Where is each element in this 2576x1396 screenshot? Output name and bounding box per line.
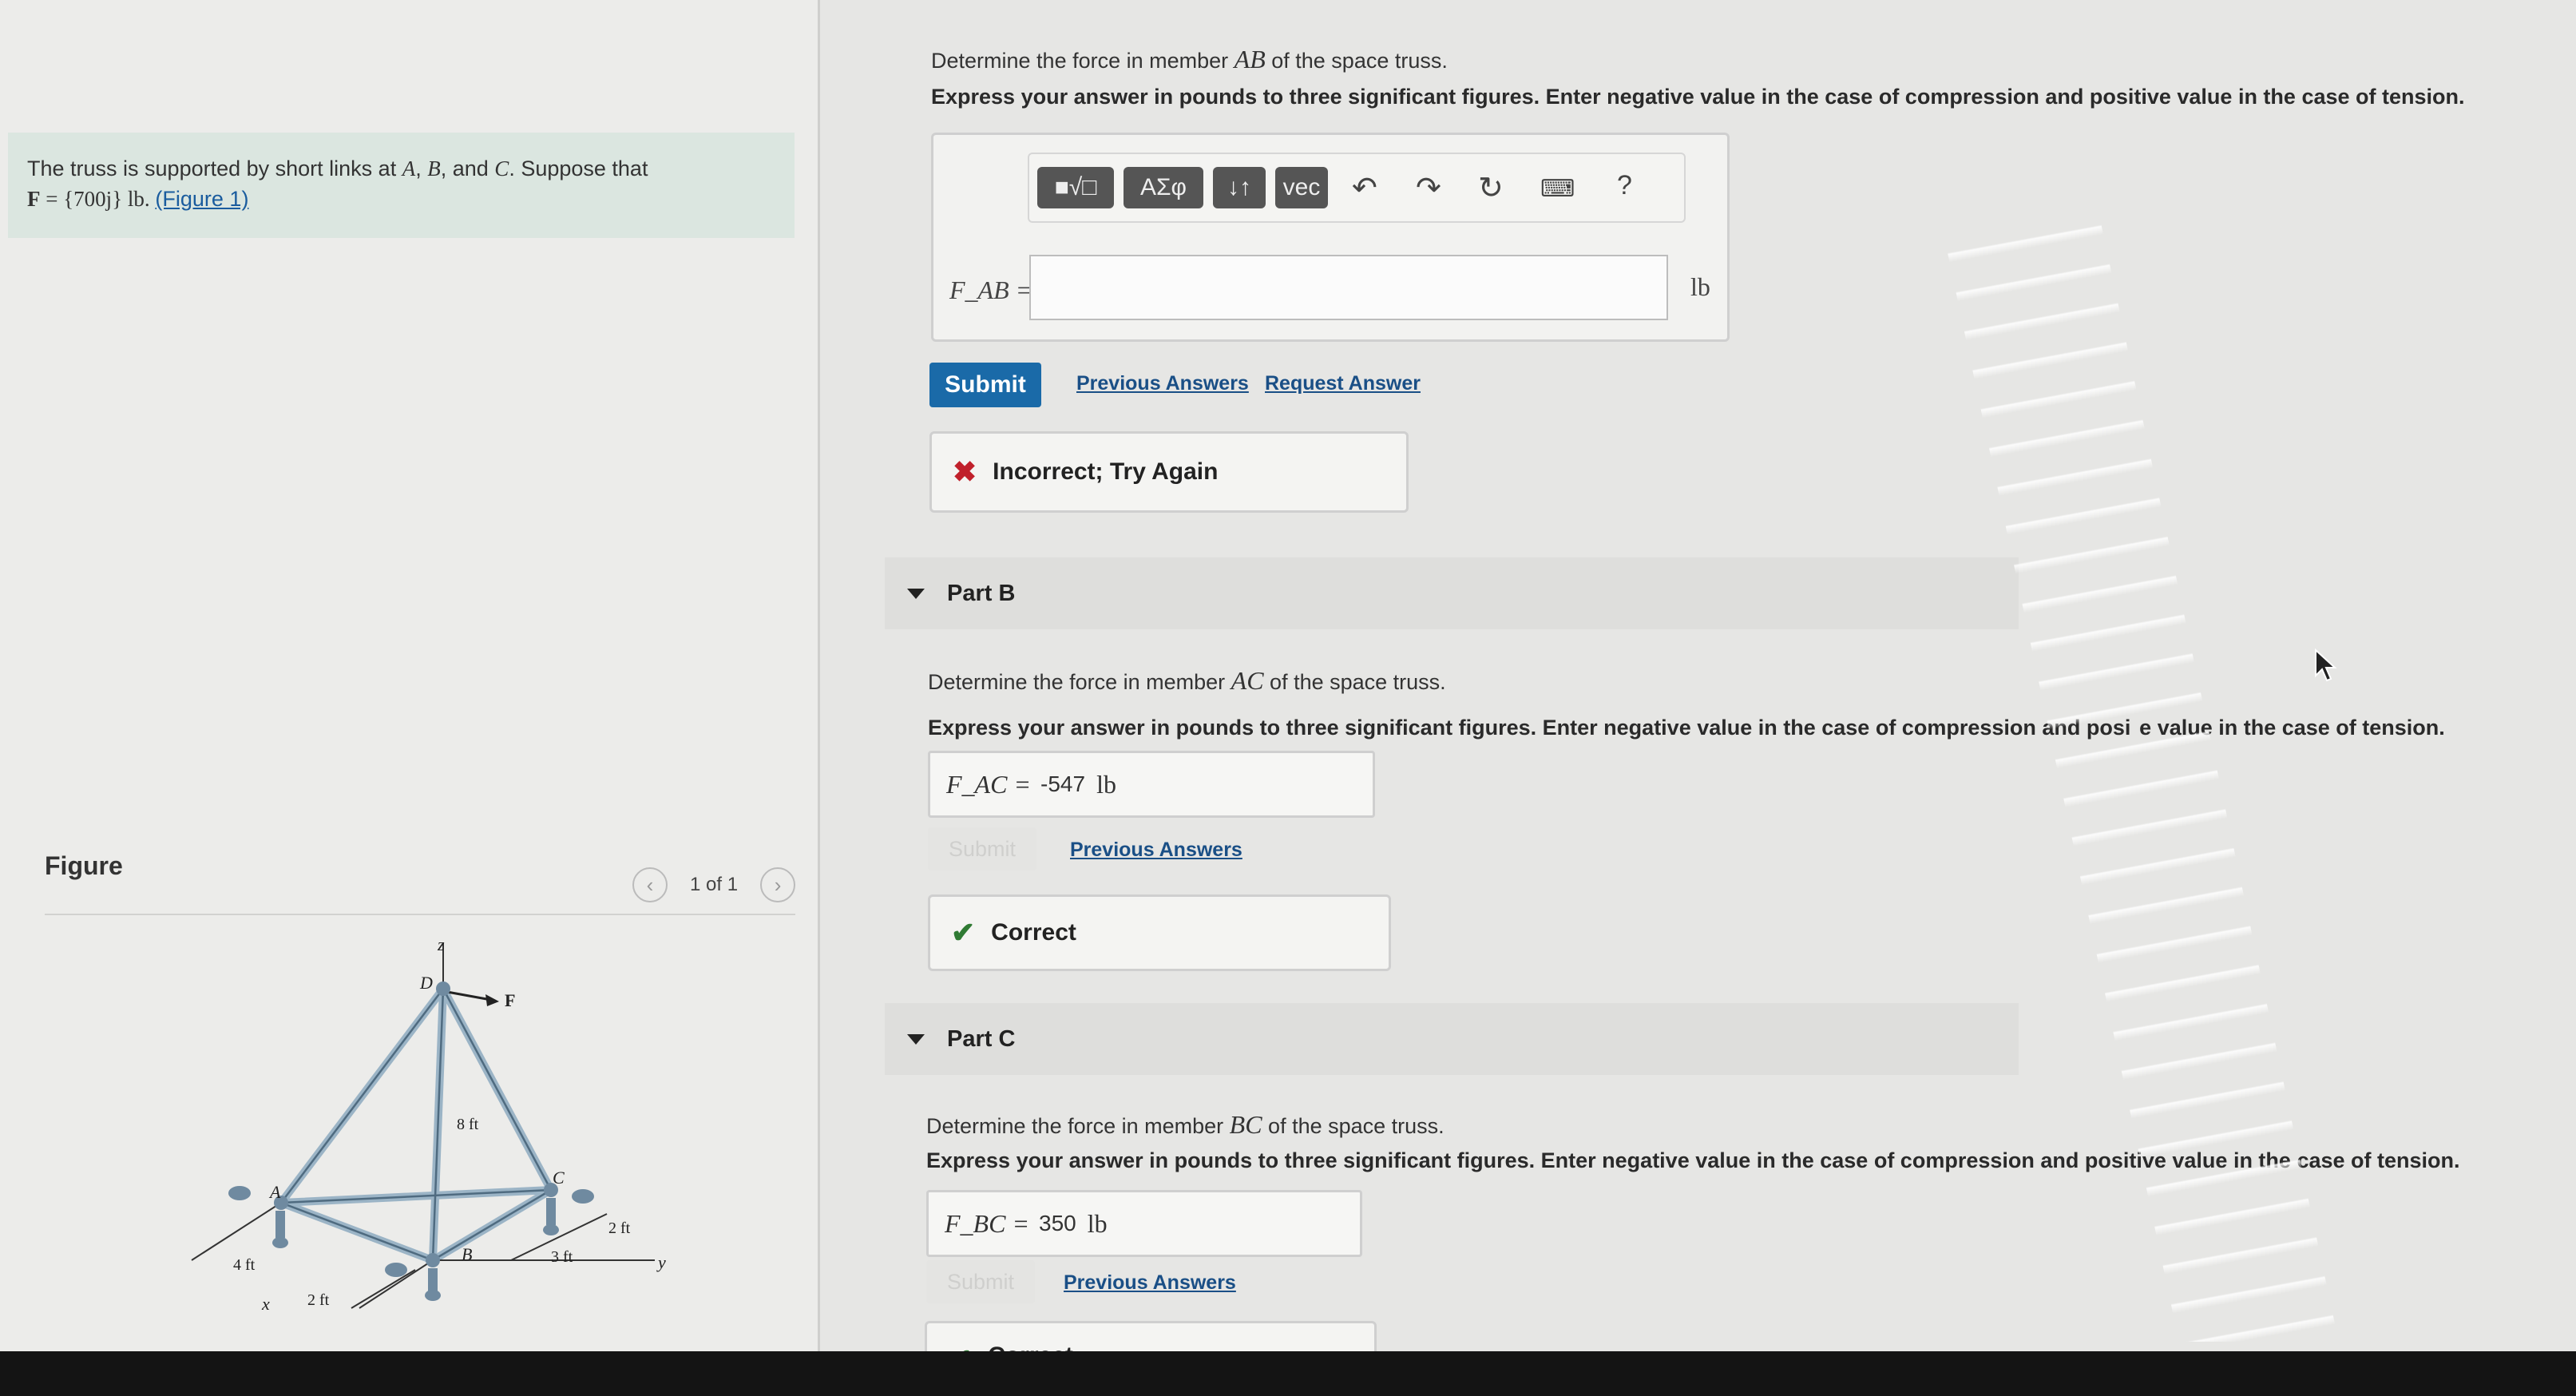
- part-a-prompt-post: of the space truss.: [1265, 49, 1448, 73]
- fac-label: F_AC =: [946, 769, 1032, 799]
- next-figure-button[interactable]: ›: [760, 867, 796, 902]
- dim-2ft-b: 2 ft: [608, 1220, 631, 1237]
- part-b-submit-button[interactable]: Submit: [928, 827, 1036, 871]
- part-b-prompt-post: of the space truss.: [1263, 670, 1446, 694]
- part-b-member: AC: [1231, 666, 1264, 695]
- subscript-button[interactable]: ↓↑: [1213, 167, 1266, 208]
- templates-button[interactable]: ■√□: [1037, 167, 1114, 208]
- force-equation: = {700j} lb.: [40, 187, 156, 211]
- part-b-instructions: Express your answer in pounds to three s…: [928, 716, 2445, 740]
- part-c-prompt-post: of the space truss.: [1262, 1114, 1445, 1138]
- vector-button[interactable]: vec: [1275, 167, 1328, 208]
- chevron-left-icon: ‹: [646, 872, 654, 897]
- check-icon: ✔: [951, 916, 976, 949]
- bottom-edge: [0, 1351, 2576, 1396]
- chevron-right-icon: ›: [774, 872, 782, 897]
- part-a-feedback-text: Incorrect; Try Again: [993, 458, 1219, 485]
- space-truss-figure: z D F A B C x y 8 ft 4 ft 2 ft 2 ft 3 ft: [191, 934, 666, 1314]
- templates-icon: ■√□: [1054, 174, 1097, 200]
- part-a-prompt-pre: Determine the force in member: [931, 49, 1234, 73]
- part-c-answer: F_BC = 350 lb: [926, 1190, 1362, 1257]
- fab-unit: lb: [1690, 272, 1710, 301]
- part-a-prompt: Determine the force in member AB of the …: [931, 45, 1448, 74]
- label-c: C: [553, 1168, 565, 1188]
- figure-title: Figure: [45, 851, 123, 880]
- part-b-prompt-pre: Determine the force in member: [928, 670, 1231, 694]
- caret-down-icon: [907, 1033, 925, 1045]
- problem-panel: The truss is supported by short links at…: [0, 0, 818, 1351]
- truss-members: [277, 985, 555, 1264]
- label-z: z: [437, 934, 445, 954]
- reset-icon[interactable]: ↻: [1478, 170, 1504, 206]
- greek-icon: ΑΣφ: [1139, 174, 1187, 200]
- greek-symbols-button[interactable]: ΑΣφ: [1124, 167, 1203, 208]
- fbc-value: 350: [1039, 1211, 1076, 1235]
- force-symbol: F: [27, 187, 41, 211]
- label-y: y: [656, 1252, 666, 1272]
- part-a-answer-frame: ■√□ ΑΣφ ↓↑ vec ↶ ↷ ↻ ⌨ ? F_AB = lb: [931, 133, 1730, 342]
- part-b-previous-answers-link[interactable]: Previous Answers: [1070, 839, 1242, 862]
- column-divider: [818, 0, 820, 1396]
- answer-panel: Determine the force in member AB of the …: [821, 0, 2576, 1393]
- part-a-previous-answers-link[interactable]: Previous Answers: [1076, 372, 1249, 395]
- x-icon: ✖: [953, 455, 977, 488]
- fac-value: -547: [1040, 771, 1086, 796]
- figure-divider: [45, 914, 795, 915]
- figure-pager: ‹ 1 of 1 ›: [632, 866, 796, 904]
- dim-2ft-a: 2 ft: [307, 1291, 330, 1309]
- caret-down-icon: [907, 588, 925, 599]
- part-c-prompt-pre: Determine the force in member: [926, 1114, 1230, 1138]
- fab-input[interactable]: [1029, 255, 1668, 320]
- intro-text-1: The truss is supported by short links at: [27, 157, 402, 180]
- part-c-prompt: Determine the force in member BC of the …: [926, 1110, 1445, 1140]
- part-c-member: BC: [1229, 1110, 1262, 1139]
- part-c-title: Part C: [947, 1025, 1016, 1052]
- fbc-label: F_BC =: [945, 1208, 1030, 1238]
- intro-sep-2: , and: [440, 157, 495, 180]
- part-a-feedback: ✖ Incorrect; Try Again: [929, 431, 1409, 513]
- part-c-header[interactable]: Part C: [885, 1003, 2019, 1075]
- intro-sep-1: ,: [415, 157, 428, 180]
- mouse-cursor-icon: [2315, 648, 2337, 682]
- part-b-feedback-text: Correct: [991, 919, 1076, 946]
- request-answer-link[interactable]: Request Answer: [1265, 372, 1421, 395]
- label-f: F: [505, 990, 515, 1010]
- fab-label: F_AB =: [949, 276, 1033, 304]
- part-b-prompt: Determine the force in member AC of the …: [928, 666, 1446, 696]
- intro-text-2: . Suppose that: [509, 157, 648, 180]
- dim-4ft: 4 ft: [233, 1256, 256, 1274]
- part-a-member: AB: [1234, 45, 1266, 73]
- part-a-instructions: Express your answer in pounds to three s…: [931, 85, 2465, 109]
- part-c-previous-answers-link[interactable]: Previous Answers: [1064, 1271, 1236, 1295]
- vec-icon: vec: [1282, 174, 1321, 200]
- prev-figure-button[interactable]: ‹: [632, 867, 668, 902]
- keyboard-icon[interactable]: ⌨: [1540, 175, 1575, 203]
- figure-link[interactable]: (Figure 1): [155, 187, 248, 211]
- label-x: x: [261, 1294, 270, 1314]
- math-toolbar: ■√□ ΑΣφ ↓↑ vec ↶ ↷ ↻ ⌨ ?: [1028, 153, 1686, 223]
- part-a-submit-button[interactable]: Submit: [929, 363, 1041, 407]
- label-a: A: [268, 1182, 281, 1202]
- part-b-answer: F_AC = -547 lb: [928, 751, 1375, 818]
- label-b: B: [462, 1244, 472, 1264]
- problem-intro: The truss is supported by short links at…: [8, 133, 795, 238]
- arrows-icon: ↓↑: [1227, 174, 1251, 200]
- fac-unit: lb: [1096, 769, 1116, 799]
- point-b: B: [427, 157, 441, 180]
- fbc-unit: lb: [1087, 1208, 1108, 1238]
- help-icon[interactable]: ?: [1617, 170, 1632, 201]
- dim-3ft: 3 ft: [551, 1248, 573, 1266]
- part-b-feedback: ✔ Correct: [928, 894, 1391, 971]
- point-a: A: [402, 157, 416, 180]
- part-b-header[interactable]: Part B: [885, 557, 2019, 629]
- part-c-instructions: Express your answer in pounds to three s…: [926, 1148, 2460, 1172]
- part-c-submit-button[interactable]: Submit: [926, 1260, 1035, 1303]
- pager-text: 1 of 1: [690, 874, 739, 895]
- dim-8ft: 8 ft: [457, 1116, 479, 1133]
- part-b-title: Part B: [947, 580, 1016, 606]
- point-c: C: [494, 157, 509, 180]
- label-d: D: [419, 973, 433, 993]
- redo-icon[interactable]: ↷: [1416, 170, 1441, 206]
- undo-icon[interactable]: ↶: [1352, 170, 1377, 206]
